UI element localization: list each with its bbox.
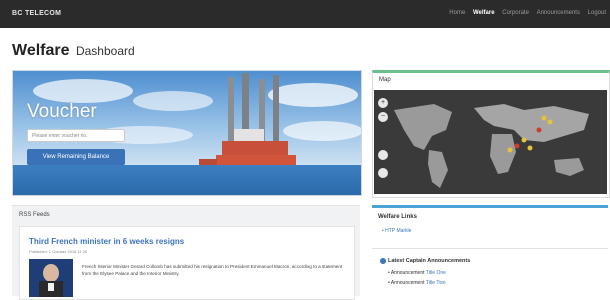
map-marker[interactable] [541,115,547,121]
welfare-links-panel: Welfare Links • HTP Markle [372,205,608,248]
nav-announcements[interactable]: Announcements [537,10,580,16]
map-panel: Map + − [372,70,610,198]
voucher-number-input[interactable]: Please enter voucher no. [27,129,125,142]
map-layer-control-icon[interactable] [378,150,388,160]
announcements-icon [380,258,386,264]
rss-article-body: French Interior Minister Gerard Collomb … [82,264,343,276]
zoom-in-button[interactable]: + [378,98,388,108]
announcement-link[interactable]: Title One [426,270,446,276]
rss-article-card: Third French minister in 6 weeks resigns… [19,226,355,300]
world-map[interactable]: + − [374,90,607,194]
map-heading: Map [379,77,391,83]
map-layer-control-icon[interactable] [378,168,388,178]
brand-logo[interactable]: BC TELECOM [12,10,61,17]
welfare-link-label[interactable]: HTP Markle [385,228,411,234]
nav-home[interactable]: Home [449,10,465,16]
announcement-prefix: Announcement [390,280,425,286]
page-title-main: Welfare [12,42,70,59]
rss-article-thumbnail [29,259,73,297]
page-title: Welfare Dashboard [12,42,135,60]
welfare-link-item[interactable]: • HTP Markle [382,228,411,234]
rss-article-meta: Published: 1 October 2018 11:26 [29,249,88,254]
view-remaining-balance-button[interactable]: View Remaining Balance [27,149,125,165]
announcement-item: • Announcement Title Two [388,280,446,286]
nav-logout[interactable]: Logout [588,10,606,16]
top-navbar: BC TELECOM Home Welfare Corporate Announ… [0,0,610,28]
zoom-out-button[interactable]: − [378,112,388,122]
announcements-heading: Latest Captain Announcements [388,258,471,264]
voucher-banner: Voucher Please enter voucher no. View Re… [12,70,362,196]
map-marker[interactable] [514,143,520,149]
welfare-links-heading: Welfare Links [378,214,417,220]
map-marker[interactable] [547,119,553,125]
announcements-panel: Latest Captain Announcements • Announcem… [372,248,608,293]
announcement-prefix: Announcement [390,270,425,276]
announcement-link[interactable]: Title Two [426,280,446,286]
world-map-image [374,90,607,194]
nav-welfare[interactable]: Welfare [473,10,495,16]
voucher-heading: Voucher [27,101,97,122]
rss-heading: RSS Feeds [19,212,50,218]
announcement-item: • Announcement Title One [388,270,446,276]
map-marker[interactable] [536,127,542,133]
nav-corporate[interactable]: Corporate [502,10,529,16]
rss-feeds-panel: RSS Feeds Third French minister in 6 wee… [12,205,360,300]
rss-article-title[interactable]: Third French minister in 6 weeks resigns [29,237,184,246]
map-marker[interactable] [527,145,533,151]
nav-links: Home Welfare Corporate Announcements Log… [443,10,606,16]
map-marker[interactable] [521,137,527,143]
map-marker[interactable] [507,147,513,153]
page-title-sub: Dashboard [75,44,135,58]
